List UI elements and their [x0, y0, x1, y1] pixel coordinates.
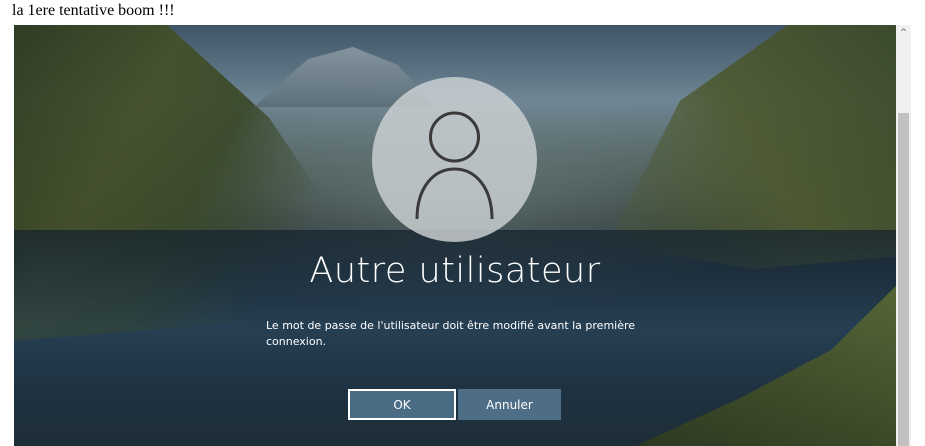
vertical-scrollbar[interactable]: ^ — [896, 25, 911, 446]
chevron-up-icon[interactable]: ^ — [896, 25, 911, 40]
scrollbar-thumb[interactable] — [898, 113, 909, 446]
post-caption: la 1ere tentative boom !!! — [12, 2, 175, 19]
login-screenshot: Autre utilisateur Le mot de passe de l'u… — [14, 25, 896, 446]
password-change-message: Le mot de passe de l'utilisateur doit êt… — [266, 319, 636, 348]
cancel-button[interactable]: Annuler — [458, 389, 561, 420]
ok-button[interactable]: OK — [348, 389, 456, 420]
user-avatar — [372, 77, 537, 242]
user-silhouette-icon — [415, 111, 494, 220]
user-name: Autre utilisateur — [309, 251, 601, 291]
